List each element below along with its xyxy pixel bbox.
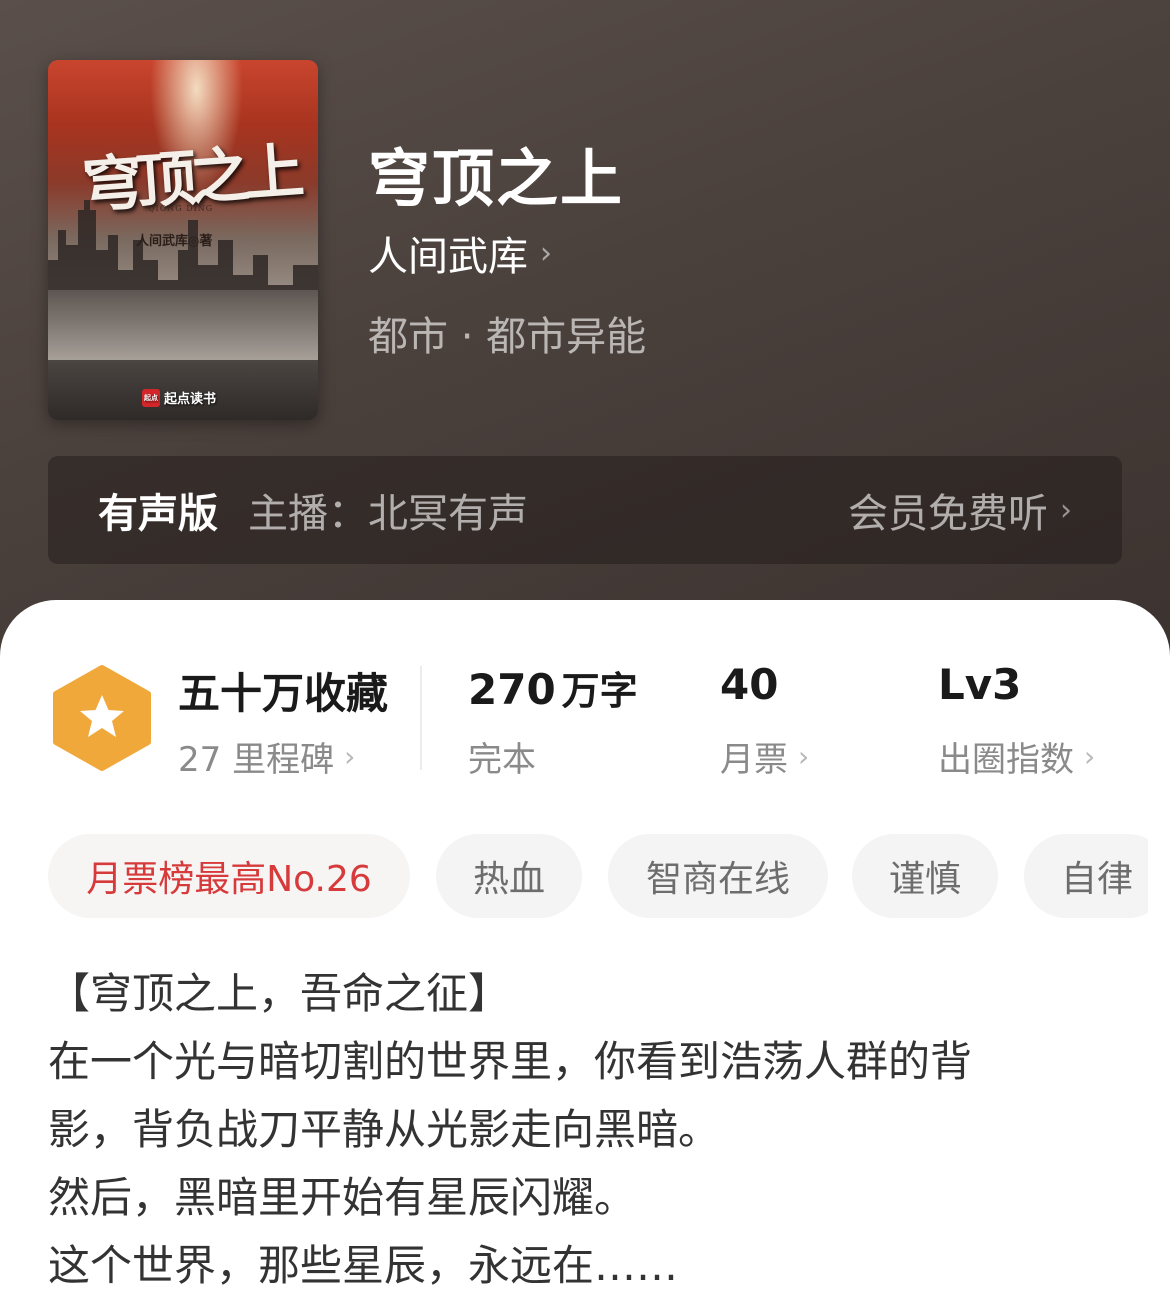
chevron-right-icon: › [1060, 492, 1072, 528]
star-badge-icon [53, 665, 151, 771]
collection-milestone[interactable]: 五十万收藏 27 里程碑 › [178, 660, 388, 781]
tag-chip[interactable]: 自律 [1024, 834, 1148, 918]
monthly-ticket[interactable]: 40 月票 › [720, 660, 809, 781]
audio-version-bar[interactable]: 有声版 主播：北冥有声 会员免费听 › [48, 456, 1122, 564]
monthly-ticket-label: 月票 [720, 740, 788, 780]
chevron-right-icon: › [540, 235, 552, 271]
chevron-right-icon: › [1084, 740, 1096, 773]
stats-row: 五十万收藏 27 里程碑 › 270 万字 完本 40 月票 › Lv3 出圈指… [0, 660, 1170, 780]
tag-chip[interactable]: 热血 [436, 834, 582, 918]
author-link[interactable]: 人间武库 › [368, 224, 552, 282]
collection-title: 五十万收藏 [178, 669, 389, 718]
influence-level: Lv3 [938, 660, 1022, 709]
cover-publisher: 起点 起点读书 [142, 388, 216, 407]
cover-subtitle-art: QIONG DING [148, 204, 214, 213]
publisher-logo-icon: 起点 [142, 388, 160, 407]
milestone-count: 27 里程碑 [178, 740, 335, 780]
completion-status: 完本 [468, 740, 536, 780]
tag-chip-ranking[interactable]: 月票榜最高No.26 [48, 834, 410, 918]
author-name: 人间武库 [368, 234, 528, 280]
description-line: 影，背负战刀平静从光影走向黑暗。 [48, 1105, 721, 1154]
book-detail-sheet: 五十万收藏 27 里程碑 › 270 万字 完本 40 月票 › Lv3 出圈指… [0, 600, 1170, 1308]
word-count: 270 万字 完本 [468, 660, 638, 781]
tag-list: 月票榜最高No.26 热血 智商在线 谨慎 自律 [48, 834, 1148, 918]
audio-version-label: 有声版 [98, 491, 218, 537]
word-count-value: 270 [468, 665, 556, 714]
description-line: 【穹顶之上，吾命之征】 [48, 969, 511, 1018]
book-description[interactable]: 【穹顶之上，吾命之征】 在一个光与暗切割的世界里，你看到浩荡人群的背 影，背负战… [48, 960, 1128, 1300]
book-header: 穹顶之上 QIONG DING 人间武库◎著 起点 起点读书 穹顶之上 人间武库… [0, 0, 1170, 660]
description-line: 这个世界，那些星辰，永远在…… [48, 1241, 679, 1290]
monthly-ticket-value: 40 [720, 660, 779, 709]
member-free-listen-label: 会员免费听 [848, 491, 1048, 537]
description-line: 在一个光与暗切割的世界里，你看到浩荡人群的背 [48, 1037, 973, 1086]
tag-chip[interactable]: 谨慎 [852, 834, 998, 918]
influence-index[interactable]: Lv3 出圈指数 › [938, 660, 1095, 781]
word-count-unit: 万字 [561, 669, 638, 713]
book-title: 穹顶之上 [368, 142, 625, 215]
tag-chip[interactable]: 智商在线 [608, 834, 828, 918]
cover-publisher-name: 起点读书 [164, 392, 217, 407]
book-cover[interactable]: 穹顶之上 QIONG DING 人间武库◎著 起点 起点读书 [48, 60, 318, 420]
chevron-right-icon: › [798, 740, 810, 773]
influence-label: 出圈指数 [938, 740, 1074, 780]
description-line: 然后，黑暗里开始有星辰闪耀。 [48, 1173, 637, 1222]
audio-host: 主播：北冥有声 [248, 491, 528, 537]
chevron-right-icon: › [344, 740, 356, 773]
book-genre: 都市 · 都市异能 [368, 314, 647, 360]
stats-divider [420, 666, 422, 770]
cover-author-art: 人间武库◎著 [136, 234, 213, 249]
member-free-listen-link[interactable]: 会员免费听 › [848, 481, 1072, 539]
